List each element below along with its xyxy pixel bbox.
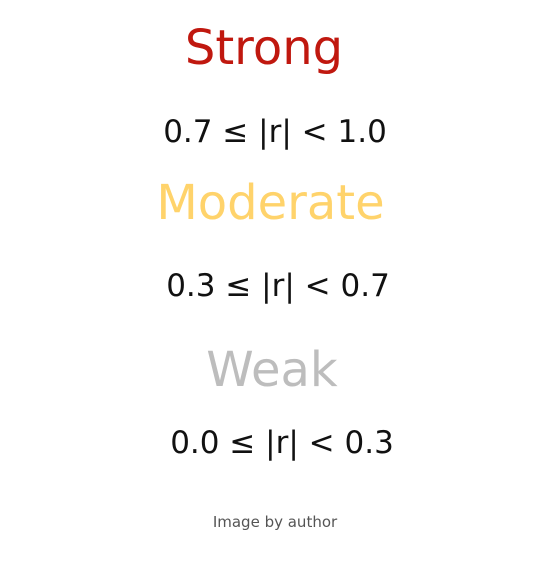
moderate-range: 0.3 ≤ |r| < 0.7 [166,268,390,304]
image-credit-caption: Image by author [212,513,338,531]
strong-label: Strong [184,20,344,76]
weak-range: 0.0 ≤ |r| < 0.3 [170,425,394,461]
moderate-label: Moderate [156,175,385,231]
correlation-strength-figure: { "categories": [ { "label": "Strong", "… [0,0,551,566]
strong-range: 0.7 ≤ |r| < 1.0 [163,114,387,150]
weak-label: Weak [206,342,338,398]
